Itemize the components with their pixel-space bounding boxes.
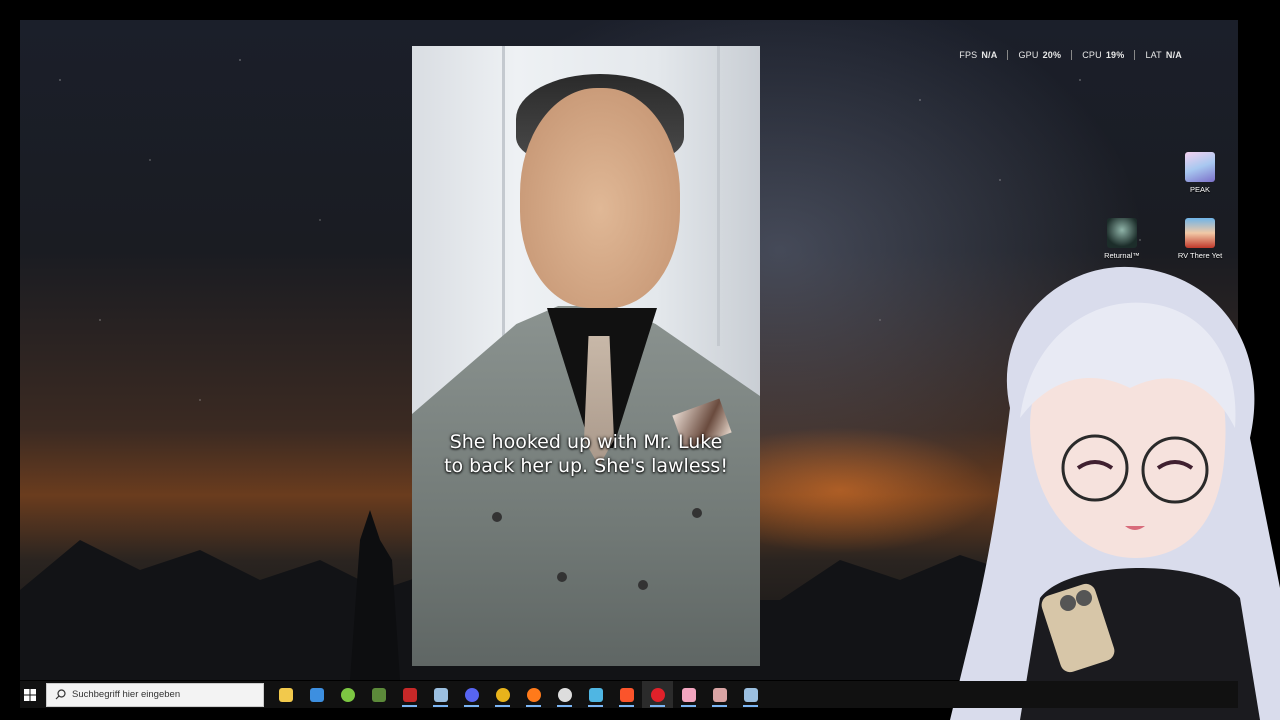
cpu-label: CPU	[1082, 50, 1102, 60]
taskbar-app-brave[interactable]	[611, 681, 642, 708]
taskbar-app-app-blue[interactable]	[580, 681, 611, 708]
peak-game-icon	[1185, 152, 1215, 182]
windows-logo-icon	[24, 688, 36, 701]
divider	[1134, 50, 1136, 60]
search-placeholder: Suchbegriff hier eingeben	[72, 689, 181, 700]
taskbar-search-box[interactable]: Suchbegriff hier eingeben	[46, 682, 264, 707]
taskbar: Suchbegriff hier eingeben	[20, 681, 1238, 708]
background-panel-line	[717, 46, 720, 346]
desktop-icon-rv-there-yet[interactable]: RV There Yet	[1168, 218, 1232, 260]
suit-button	[557, 572, 567, 582]
microsoft-store-icon	[309, 687, 324, 702]
desktop-icon-label: PEAK	[1189, 185, 1210, 194]
taskbar-app-opera[interactable]	[642, 681, 673, 708]
person-face	[520, 88, 680, 308]
taskbar-app-app-red-badge[interactable]	[394, 681, 425, 708]
vtuber-avatar	[950, 266, 1280, 720]
app-white-red-icon	[712, 687, 727, 702]
opera-icon	[650, 687, 665, 702]
gpu-readout: GPU 20%	[1018, 50, 1061, 60]
app-blue-icon	[588, 687, 603, 702]
latency-label: LAT	[1145, 50, 1162, 60]
taskbar-app-steam[interactable]	[425, 681, 456, 708]
rv-there-yet-game-icon	[1185, 218, 1215, 248]
taskbar-app-minecraft[interactable]	[363, 681, 394, 708]
file-explorer-icon	[278, 687, 293, 702]
cpu-readout: CPU 19%	[1082, 50, 1124, 60]
fps-label: FPS	[959, 50, 978, 60]
obs-studio-icon	[557, 687, 572, 702]
taskbar-app-app-pink[interactable]	[673, 681, 704, 708]
taskbar-app-firefox[interactable]	[518, 681, 549, 708]
gpu-value: 20%	[1042, 50, 1062, 60]
suit-button	[492, 512, 502, 522]
returnal-game-icon	[1107, 218, 1137, 248]
suit-button	[692, 508, 702, 518]
android-app-icon	[340, 687, 355, 702]
taskbar-app-discord[interactable]	[456, 681, 487, 708]
taskbar-app-app-white-red[interactable]	[704, 681, 735, 708]
minecraft-icon	[371, 687, 386, 702]
app-red-badge-icon	[402, 687, 417, 702]
taskbar-app-obs-studio[interactable]	[549, 681, 580, 708]
desktop-icon-returnal[interactable]: Returnal™	[1090, 218, 1154, 260]
app-pink-icon	[681, 687, 696, 702]
steam-icon	[433, 687, 448, 702]
performance-overlay: FPS N/A GPU 20% CPU 19% LAT N/A	[959, 50, 1182, 60]
fps-value: N/A	[981, 50, 998, 60]
fps-readout: FPS N/A	[959, 50, 997, 60]
steam-2-icon	[743, 687, 758, 702]
background-panel-line	[502, 46, 505, 346]
brave-icon	[619, 687, 634, 702]
video-player[interactable]: She hooked up with Mr. Luke to back her …	[412, 46, 760, 666]
taskbar-app-microsoft-store[interactable]	[301, 681, 332, 708]
gpu-label: GPU	[1018, 50, 1039, 60]
taskbar-app-file-explorer[interactable]	[270, 681, 301, 708]
latency-readout: LAT N/A	[1145, 50, 1182, 60]
start-button[interactable]	[20, 681, 40, 708]
latency-value: N/A	[1165, 50, 1182, 60]
desktop-icon-peak[interactable]: PEAK	[1168, 152, 1232, 194]
discord-icon	[464, 687, 479, 702]
search-icon	[55, 689, 66, 700]
firefox-icon	[526, 687, 541, 702]
chrome-icon	[495, 687, 510, 702]
divider	[1071, 50, 1073, 60]
taskbar-app-chrome[interactable]	[487, 681, 518, 708]
cpu-value: 19%	[1105, 50, 1125, 60]
suit-button	[638, 580, 648, 590]
taskbar-pinned-apps	[270, 681, 766, 708]
taskbar-app-steam-2[interactable]	[735, 681, 766, 708]
video-subtitle: She hooked up with Mr. Luke to back her …	[444, 431, 728, 477]
taskbar-app-android-app[interactable]	[332, 681, 363, 708]
divider	[1007, 50, 1009, 60]
